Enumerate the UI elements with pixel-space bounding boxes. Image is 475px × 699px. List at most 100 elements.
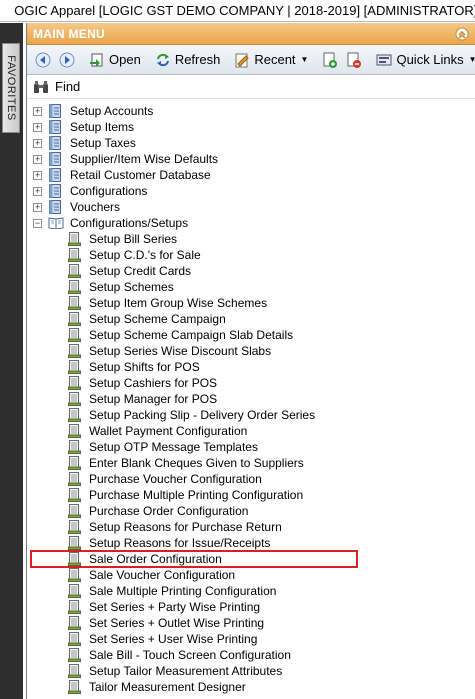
tree-child-label: Set Series + User Wise Printing xyxy=(89,632,258,646)
collapse-chevron-icon[interactable] xyxy=(455,27,469,41)
tree-child-item[interactable]: Purchase Order Configuration xyxy=(27,503,475,519)
tree-child-item[interactable]: Set Series + User Wise Printing xyxy=(27,631,475,647)
binoculars-icon xyxy=(34,80,48,93)
tree-child-item[interactable]: Set Series + Party Wise Printing xyxy=(27,599,475,615)
tree-child-item[interactable]: Sale Bill - Touch Screen Configuration xyxy=(27,647,475,663)
tree-child-label: Setup Scheme Campaign xyxy=(89,312,226,326)
tree-child-item[interactable]: Setup Shifts for POS xyxy=(27,359,475,375)
window-titlebar: LOGIC Apparel [LOGIC GST DEMO COMPANY | … xyxy=(0,0,475,22)
tree-child-item[interactable]: Purchase Voucher Configuration xyxy=(27,471,475,487)
collapse-toggle-icon[interactable]: − xyxy=(33,218,42,228)
tree-child-label: Purchase Voucher Configuration xyxy=(89,472,262,486)
tree-child-label: Sale Bill - Touch Screen Configuration xyxy=(89,648,291,662)
tree-child-item[interactable]: Setup Reasons for Purchase Return xyxy=(27,519,475,535)
tree-child-item[interactable]: Setup Scheme Campaign Slab Details xyxy=(27,327,475,343)
tree-child-label: Sale Order Configuration xyxy=(89,552,222,566)
chevron-down-icon: ▼ xyxy=(300,55,309,64)
open-icon xyxy=(90,53,103,67)
tree-child-label: Setup Tailor Measurement Attributes xyxy=(89,664,283,678)
tree-item[interactable]: + Configurations xyxy=(27,183,475,199)
expand-toggle-icon[interactable]: + xyxy=(33,170,42,180)
tree-child-item[interactable]: Setup Packing Slip - Delivery Order Seri… xyxy=(27,407,475,423)
tree-child-item[interactable]: Setup Credit Cards xyxy=(27,263,475,279)
tree-child-item[interactable]: Sale Voucher Configuration xyxy=(27,567,475,583)
add-favorite-button[interactable] xyxy=(318,49,342,71)
tree-child-item[interactable]: Setup C.D.'s for Sale xyxy=(27,247,475,263)
favorites-tab[interactable]: FAVORITES xyxy=(2,43,20,133)
tree-child-label: Setup Cashiers for POS xyxy=(89,376,218,390)
expand-toggle-icon[interactable]: + xyxy=(33,186,42,196)
tree-child-label: Sale Multiple Printing Configuration xyxy=(89,584,277,598)
tree-item-label: Setup Taxes xyxy=(70,136,136,150)
tree-child-item[interactable]: Setup Manager for POS xyxy=(27,391,475,407)
tree-child-label: Setup Manager for POS xyxy=(89,392,218,406)
find-bar[interactable]: Find xyxy=(27,75,475,99)
expand-toggle-icon[interactable]: + xyxy=(33,154,42,164)
tree-child-item[interactable]: Setup Scheme Campaign xyxy=(27,311,475,327)
favorites-sidebar: FAVORITES xyxy=(0,23,23,699)
tree-child-item[interactable]: Setup Item Group Wise Schemes xyxy=(27,295,475,311)
tree-group-configurations-setups[interactable]: − Configurations/Setups xyxy=(27,215,475,231)
recent-dropdown[interactable]: Recent ▼ xyxy=(230,49,312,71)
tree-child-item[interactable]: Setup Schemes xyxy=(27,279,475,295)
tree-child-item-selected[interactable]: Sale Order Configuration xyxy=(27,550,475,568)
tree-child-label: Setup Packing Slip - Delivery Order Seri… xyxy=(89,408,316,422)
tree-item-label: Vouchers xyxy=(70,200,121,214)
tree-child-item[interactable]: Wallet Payment Configuration xyxy=(27,423,475,439)
tree-item[interactable]: + Retail Customer Database xyxy=(27,167,475,183)
tree-child-item[interactable]: Enter Blank Cheques Given to Suppliers xyxy=(27,455,475,471)
chevron-down-icon: ▼ xyxy=(468,55,475,64)
back-button[interactable] xyxy=(31,49,55,71)
tree-child-label: Wallet Payment Configuration xyxy=(89,424,248,438)
tree-child-label: Setup Bill Series xyxy=(89,232,178,246)
tree-item[interactable]: + Setup Taxes xyxy=(27,135,475,151)
open-label: Open xyxy=(109,52,141,67)
tree-item[interactable]: + Setup Accounts xyxy=(27,103,475,119)
remove-favorite-button[interactable] xyxy=(342,49,366,71)
remove-favorite-icon xyxy=(347,52,362,68)
tree-child-label: Purchase Order Configuration xyxy=(89,504,249,518)
forward-button[interactable] xyxy=(55,49,79,71)
tree-child-item[interactable]: Setup Cashiers for POS xyxy=(27,375,475,391)
back-arrow-icon xyxy=(35,52,51,67)
tree-child-item[interactable]: Setup Tailor Measurement Attributes xyxy=(27,663,475,679)
main-menu-header: MAIN MENU xyxy=(27,23,475,45)
tree-child-label: Setup Series Wise Discount Slabs xyxy=(89,344,272,358)
tree-child-label: Setup Shifts for POS xyxy=(89,360,200,374)
tree-child-item[interactable]: Sale Multiple Printing Configuration xyxy=(27,583,475,599)
quick-links-label: Quick Links xyxy=(396,52,464,67)
refresh-label: Refresh xyxy=(174,52,221,67)
tree-child-item[interactable]: Setup Series Wise Discount Slabs xyxy=(27,343,475,359)
recent-label: Recent xyxy=(254,52,296,67)
favorites-label: FAVORITES xyxy=(5,55,17,121)
tree-child-label: Sale Voucher Configuration xyxy=(89,568,236,582)
quick-links-dropdown[interactable]: Quick Links ▼ xyxy=(372,49,475,71)
tree-child-label: Setup Schemes xyxy=(89,280,174,294)
tree-child-label: Setup Reasons for Purchase Return xyxy=(89,520,282,534)
tree-item[interactable]: + Vouchers xyxy=(27,199,475,215)
tree-child-label: Set Series + Outlet Wise Printing xyxy=(89,616,265,630)
forward-arrow-icon xyxy=(59,52,75,67)
main-menu-panel: MAIN MENU Open Refresh Recent ▼ Quick Li… xyxy=(26,23,475,699)
expand-toggle-icon[interactable]: + xyxy=(33,202,42,212)
tree-item-label: Setup Accounts xyxy=(70,104,154,118)
tree-item[interactable]: + Supplier/Item Wise Defaults xyxy=(27,151,475,167)
tree-child-label: Setup OTP Message Templates xyxy=(89,440,258,454)
tree-child-item[interactable]: Purchase Multiple Printing Configuration xyxy=(27,487,475,503)
tree-child-item[interactable]: Set Series + Outlet Wise Printing xyxy=(27,615,475,631)
document-icon xyxy=(68,680,81,697)
expand-toggle-icon[interactable]: + xyxy=(33,106,42,116)
tree-item[interactable]: + Setup Items xyxy=(27,119,475,135)
open-button[interactable]: Open xyxy=(85,49,145,71)
tree-child-item[interactable]: Setup Reasons for Issue/Receipts xyxy=(27,535,475,551)
tree-group-label: Configurations/Setups xyxy=(70,216,189,230)
expand-toggle-icon[interactable]: + xyxy=(33,138,42,148)
tree-child-item[interactable]: Setup Bill Series xyxy=(27,231,475,247)
tree-child-item[interactable]: Setup OTP Message Templates xyxy=(27,439,475,455)
refresh-button[interactable]: Refresh xyxy=(151,49,225,71)
tree-child-label: Purchase Multiple Printing Configuration xyxy=(89,488,304,502)
expand-toggle-icon[interactable]: + xyxy=(33,122,42,132)
tree-child-label: Setup C.D.'s for Sale xyxy=(89,248,201,262)
tree-item-label: Configurations xyxy=(70,184,148,198)
tree-child-item[interactable]: Tailor Measurement Designer xyxy=(27,679,475,695)
